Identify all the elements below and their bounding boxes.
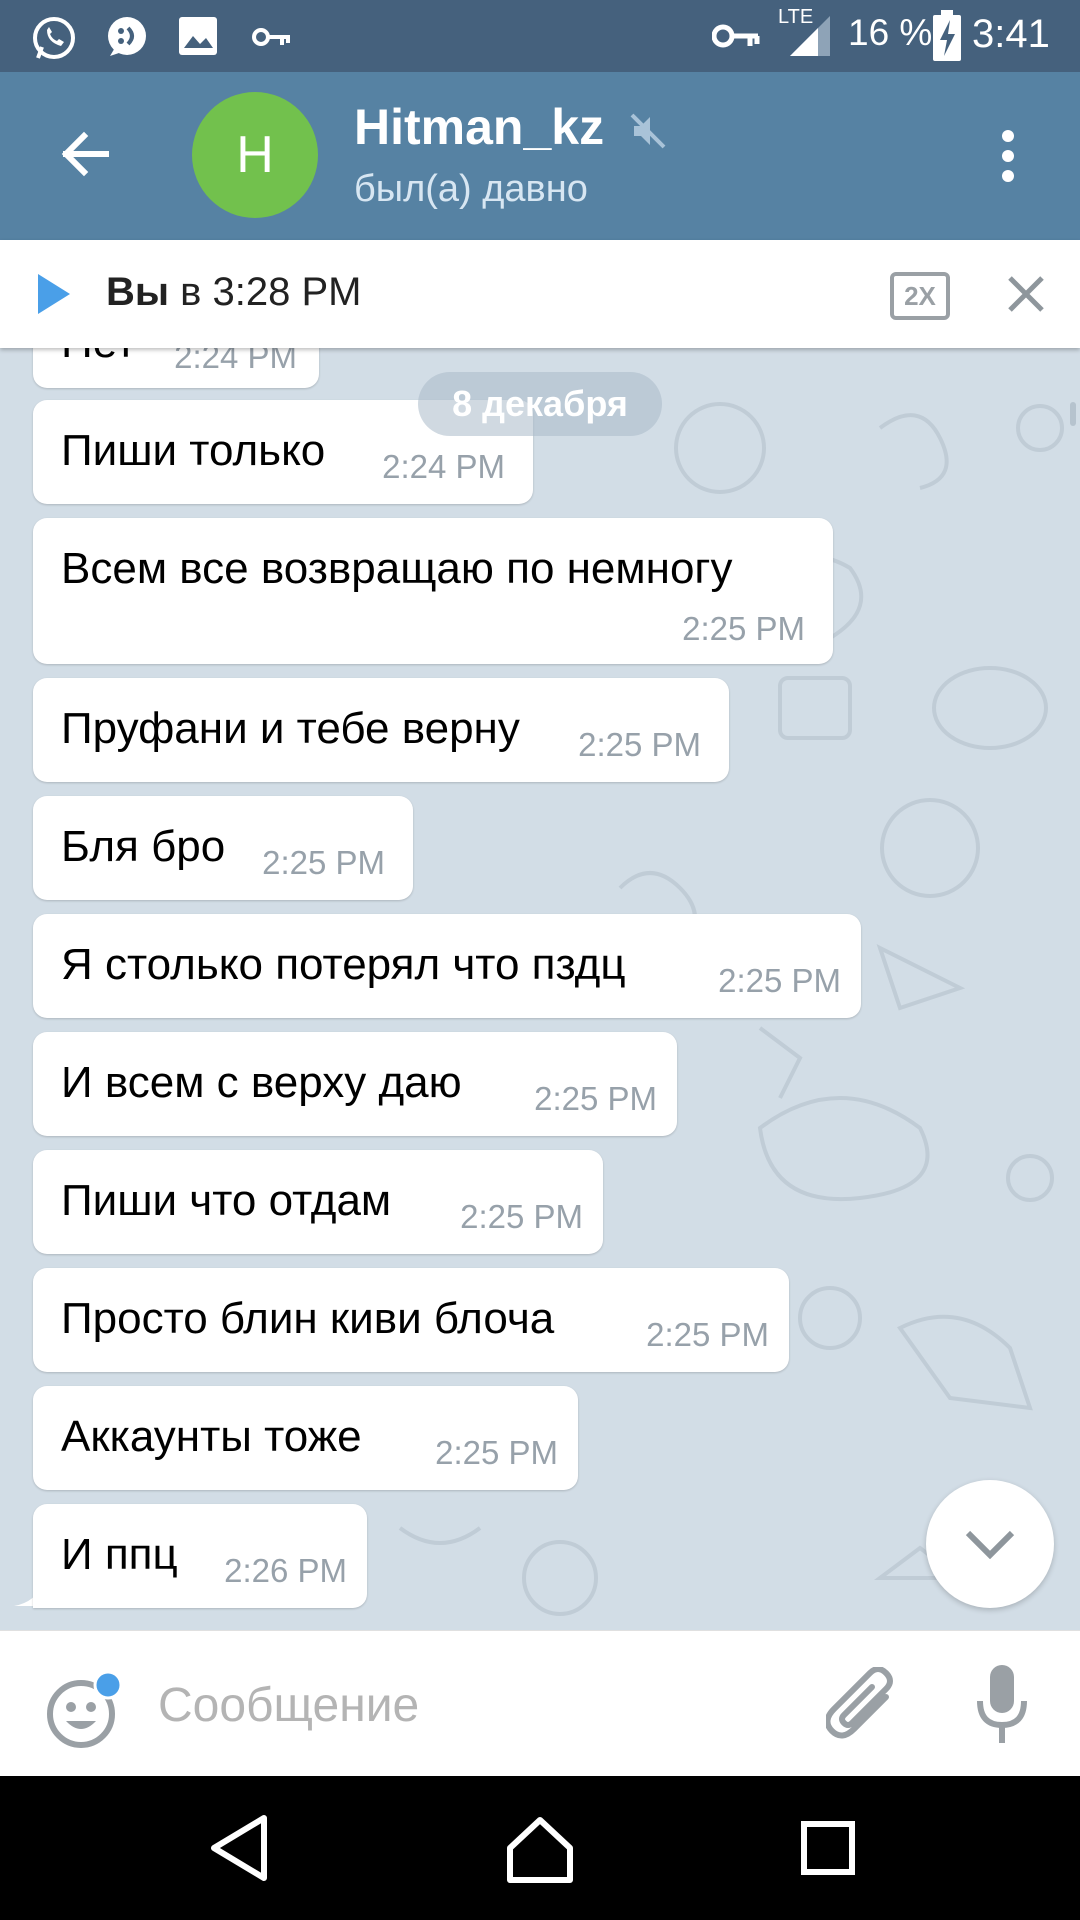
playback-speed-button[interactable]: 2X xyxy=(890,272,950,320)
message-time: 2:25 PM xyxy=(682,610,805,647)
signal-icon xyxy=(790,16,830,56)
message-text: Просто блин киви блоча xyxy=(61,1294,555,1343)
back-nav-icon[interactable] xyxy=(202,1808,282,1888)
close-icon[interactable] xyxy=(1006,274,1046,314)
message-time: 2:24 PM xyxy=(382,448,505,485)
status-bar: LTE 16 % 3:41 xyxy=(0,0,1080,72)
message-bubble[interactable]: Пиши что отдам 2:25 PM xyxy=(33,1150,603,1254)
message-bubble[interactable]: Просто блин киви блоча 2:25 PM xyxy=(33,1268,789,1372)
message-composer xyxy=(0,1630,1080,1777)
emoji-icon[interactable] xyxy=(44,1671,124,1751)
battery-charging-icon xyxy=(933,10,961,61)
chevron-down-icon xyxy=(965,1530,1015,1559)
vpn-key-icon xyxy=(712,24,760,48)
playback-speed-label: 2X xyxy=(904,280,936,311)
scroll-down-button[interactable] xyxy=(926,1480,1054,1608)
chat-bubble-icon xyxy=(108,17,146,56)
message-text: Нет xyxy=(61,348,136,368)
chat-status: был(а) давно xyxy=(354,168,588,210)
player-sender: Вы xyxy=(106,270,170,314)
back-arrow-icon[interactable] xyxy=(56,126,112,182)
message-bubble-partial[interactable]: Нет 2:24 PM xyxy=(33,348,319,388)
battery-percent: 16 % xyxy=(848,12,933,53)
message-text: Пиши только xyxy=(61,426,326,475)
home-nav-icon[interactable] xyxy=(500,1808,580,1888)
message-text: Пруфани и тебе верну xyxy=(61,704,520,753)
message-time: 2:25 PM xyxy=(718,962,841,999)
player-time: в 3:28 PM xyxy=(169,270,362,314)
chat-header: H Hitman_kz был(а) давно xyxy=(0,72,1080,240)
message-time: 2:25 PM xyxy=(435,1434,558,1471)
clock: 3:41 xyxy=(972,12,1050,56)
message-time: 2:26 PM xyxy=(224,1552,347,1589)
muted-icon xyxy=(630,113,666,149)
message-time: 2:25 PM xyxy=(646,1316,769,1353)
message-bubble[interactable]: И всем с верху даю 2:25 PM xyxy=(33,1032,677,1136)
play-icon[interactable] xyxy=(36,272,72,316)
message-bubble[interactable]: И ппц 2:26 PM xyxy=(33,1504,367,1608)
message-time: 2:25 PM xyxy=(262,844,385,881)
key-icon xyxy=(252,28,290,46)
avatar-letter: H xyxy=(236,126,274,184)
message-text: Аккаунты тоже xyxy=(61,1412,362,1461)
more-options-icon[interactable] xyxy=(996,128,1020,184)
system-navigation-bar xyxy=(0,1776,1080,1920)
message-bubble[interactable]: Пруфани и тебе верну 2:25 PM xyxy=(33,678,729,782)
attach-icon[interactable] xyxy=(826,1667,900,1747)
gallery-icon xyxy=(179,17,217,55)
player-track-info: Вы в 3:28 PM xyxy=(106,270,362,315)
message-time: 2:25 PM xyxy=(578,726,701,763)
microphone-icon[interactable] xyxy=(974,1663,1030,1747)
message-text: И всем с верху даю xyxy=(61,1058,462,1107)
audio-player-bar: Вы в 3:28 PM 2X xyxy=(0,240,1080,348)
message-input[interactable] xyxy=(156,1669,800,1741)
message-text: Пиши что отдам xyxy=(61,1176,392,1225)
message-bubble[interactable]: Всем все возвращаю по немногу 2:25 PM xyxy=(33,518,833,664)
message-text: И ппц xyxy=(61,1530,178,1579)
message-bubble[interactable]: Аккаунты тоже 2:25 PM xyxy=(33,1386,578,1490)
avatar[interactable]: H xyxy=(192,92,318,218)
chat-title-text: Hitman_kz xyxy=(354,99,605,155)
message-time: 2:25 PM xyxy=(534,1080,657,1117)
message-time: 2:25 PM xyxy=(460,1198,583,1235)
whatsapp-icon xyxy=(33,17,75,59)
message-text: Всем все возвращаю по немногу xyxy=(61,544,733,593)
recents-nav-icon[interactable] xyxy=(788,1808,868,1888)
message-bubble[interactable]: Бля бро 2:25 PM xyxy=(33,796,413,900)
chat-message-list[interactable]: 8 декабря Нет 2:24 PM Пиши только 2:24 P… xyxy=(0,348,1080,1630)
chat-title[interactable]: Hitman_kz xyxy=(354,98,668,156)
date-separator: 8 декабря xyxy=(418,372,662,436)
message-time: 2:24 PM xyxy=(174,348,297,375)
message-text: Бля бро xyxy=(61,822,226,871)
message-bubble[interactable]: Я столько потерял что пздц 2:25 PM xyxy=(33,914,861,1018)
scrollbar[interactable] xyxy=(1070,402,1076,426)
message-text: Я столько потерял что пздц xyxy=(61,940,626,989)
